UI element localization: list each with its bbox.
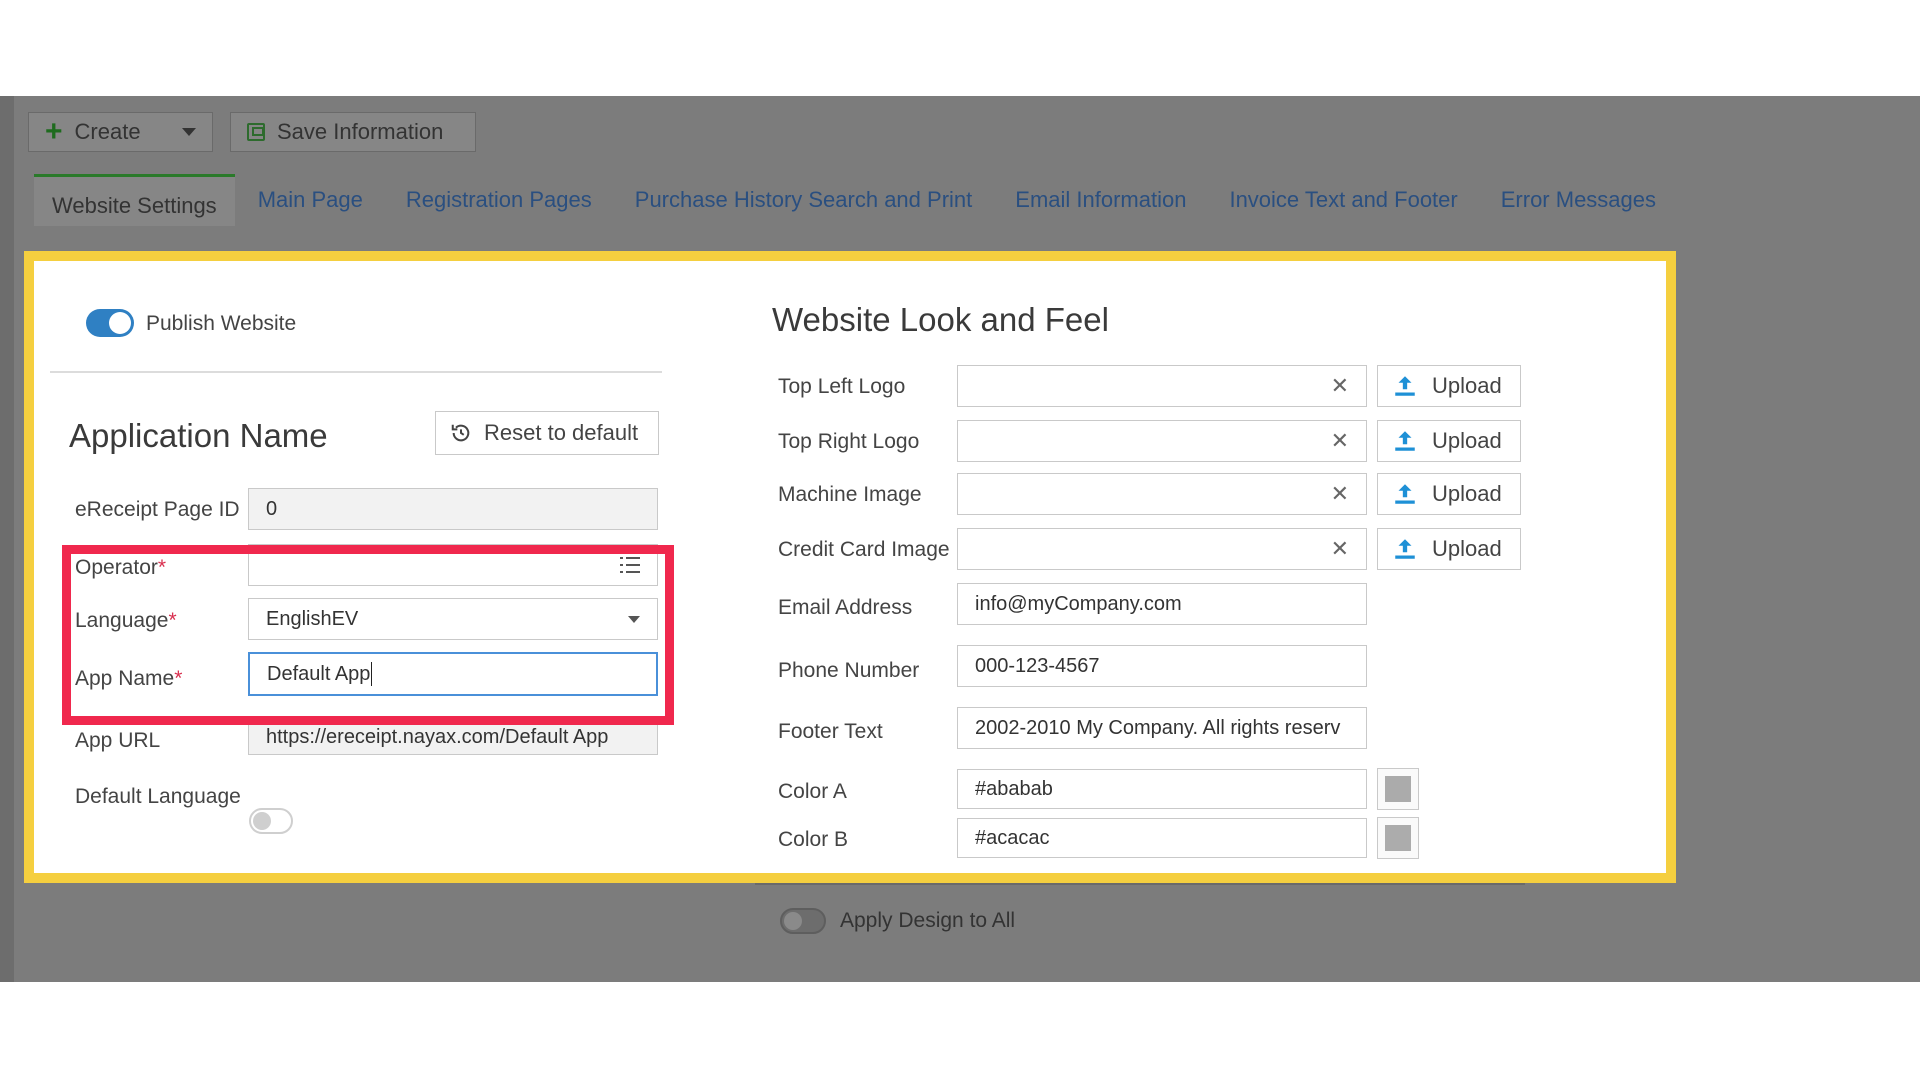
phone-number-field[interactable]: 000-123-4567 <box>957 645 1367 687</box>
upload-icon <box>1395 484 1415 504</box>
upload-button-machine-image[interactable]: Upload <box>1377 473 1521 515</box>
apply-design-toggle[interactable] <box>780 908 826 934</box>
default-language-label: Default Language <box>75 785 241 808</box>
save-information-button[interactable]: Save Information <box>230 112 476 152</box>
create-button[interactable]: + Create <box>28 112 213 152</box>
color-b-value: #acacac <box>975 826 1050 849</box>
email-address-value: info@myCompany.com <box>975 592 1182 615</box>
upload-button-credit-card-image[interactable]: Upload <box>1377 528 1521 570</box>
tab-invoice-text-footer[interactable]: Invoice Text and Footer <box>1229 187 1457 213</box>
tab-email-information[interactable]: Email Information <box>1015 187 1186 213</box>
color-a-picker[interactable] <box>1377 768 1419 810</box>
top-left-logo-label: Top Left Logo <box>778 375 906 398</box>
footer-text-value: 2002-2010 My Company. All rights reserv <box>975 716 1341 739</box>
ereceipt-page-id-field: 0 <box>248 488 658 530</box>
upload-icon <box>1395 431 1415 451</box>
color-b-field[interactable]: #acacac <box>957 818 1367 858</box>
phone-number-value: 000-123-4567 <box>975 654 1100 677</box>
app-url-label: App URL <box>75 729 161 752</box>
tab-website-settings[interactable]: Website Settings <box>34 174 235 226</box>
settings-panel: Publish Website Application Name Reset t… <box>24 251 1676 883</box>
ereceipt-page-id-value: 0 <box>266 497 278 520</box>
credit-card-image-label: Credit Card Image <box>778 538 950 561</box>
color-b-swatch <box>1385 825 1411 851</box>
color-a-label: Color A <box>778 780 847 803</box>
top-left-logo-field[interactable]: ✕ <box>957 365 1367 407</box>
clear-icon[interactable]: ✕ <box>1331 536 1349 562</box>
footer-text-field[interactable]: 2002-2010 My Company. All rights reserv <box>957 707 1367 749</box>
app-url-value: https://ereceipt.nayax.com/Default App <box>266 725 609 748</box>
chevron-down-icon[interactable] <box>182 128 196 136</box>
publish-website-toggle[interactable] <box>86 309 134 337</box>
divider <box>755 883 1525 885</box>
reset-to-default-button[interactable]: Reset to default <box>435 411 659 455</box>
email-address-field[interactable]: info@myCompany.com <box>957 583 1367 625</box>
highlight-frame-red <box>62 545 674 725</box>
look-and-feel-heading: Website Look and Feel <box>772 301 1109 338</box>
divider <box>50 371 662 373</box>
top-right-logo-label: Top Right Logo <box>778 430 920 453</box>
color-b-picker[interactable] <box>1377 817 1419 859</box>
reset-label: Reset to default <box>484 420 639 445</box>
email-address-label: Email Address <box>778 596 913 619</box>
top-right-logo-field[interactable]: ✕ <box>957 420 1367 462</box>
publish-website-label: Publish Website <box>146 312 297 335</box>
footer-text-label: Footer Text <box>778 720 883 743</box>
upload-label: Upload <box>1432 373 1502 398</box>
upload-label: Upload <box>1432 428 1502 453</box>
tab-main-page[interactable]: Main Page <box>258 187 363 213</box>
screenshot-stage: + Create Save Information Website Settin… <box>0 0 1920 1080</box>
clear-icon[interactable]: ✕ <box>1331 481 1349 507</box>
machine-image-label: Machine Image <box>778 483 922 506</box>
apply-design-row: Apply Design to All <box>780 908 1015 934</box>
phone-number-label: Phone Number <box>778 659 920 682</box>
save-icon <box>247 123 265 141</box>
tab-bar: Website Settings Main Page Registration … <box>34 174 1699 226</box>
tab-registration-pages[interactable]: Registration Pages <box>406 187 592 213</box>
tab-purchase-history[interactable]: Purchase History Search and Print <box>635 187 973 213</box>
credit-card-image-field[interactable]: ✕ <box>957 528 1367 570</box>
upload-icon <box>1395 376 1415 396</box>
upload-label: Upload <box>1432 536 1502 561</box>
color-b-label: Color B <box>778 828 849 851</box>
application-name-heading: Application Name <box>69 417 328 454</box>
left-strip <box>0 96 14 982</box>
tab-error-messages[interactable]: Error Messages <box>1501 187 1656 213</box>
upload-label: Upload <box>1432 481 1502 506</box>
default-language-toggle[interactable] <box>249 808 293 834</box>
clear-icon[interactable]: ✕ <box>1331 373 1349 399</box>
machine-image-field[interactable]: ✕ <box>957 473 1367 515</box>
upload-icon <box>1395 539 1415 559</box>
history-icon <box>451 424 470 442</box>
color-a-field[interactable]: #ababab <box>957 769 1367 809</box>
color-a-swatch <box>1385 776 1411 802</box>
clear-icon[interactable]: ✕ <box>1331 428 1349 454</box>
save-label: Save Information <box>277 119 444 144</box>
ereceipt-page-id-label: eReceipt Page ID <box>75 498 240 521</box>
plus-icon: + <box>45 115 63 148</box>
create-label: Create <box>74 119 141 144</box>
apply-design-label: Apply Design to All <box>840 909 1016 932</box>
upload-button-top-right-logo[interactable]: Upload <box>1377 420 1521 462</box>
upload-button-top-left-logo[interactable]: Upload <box>1377 365 1521 407</box>
color-a-value: #ababab <box>975 777 1053 800</box>
